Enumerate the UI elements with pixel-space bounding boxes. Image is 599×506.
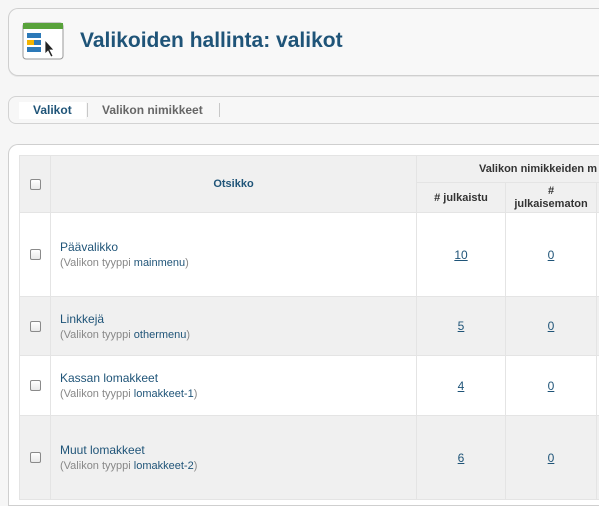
- menu-type-label: (Valikon tyyppi othermenu): [60, 329, 416, 341]
- select-all-cell[interactable]: [20, 156, 51, 213]
- menu-name-link[interactable]: Päävalikko: [60, 240, 416, 254]
- published-count-link[interactable]: 5: [458, 319, 465, 333]
- menu-type-prefix: (Valikon tyyppi: [60, 329, 134, 341]
- menu-type-suffix: ): [194, 388, 198, 400]
- published-count-link[interactable]: 6: [458, 451, 465, 465]
- menus-table-panel: Otsikko Valikon nimikkeiden m # julkaist…: [8, 144, 599, 506]
- column-header-published: # julkaistu: [417, 183, 506, 213]
- menu-type-suffix: ): [185, 257, 189, 269]
- menu-type-suffix: ): [194, 460, 198, 472]
- menu-type-value: lomakkeet-2: [134, 460, 194, 472]
- menu-manager-icon: [21, 22, 65, 62]
- menu-title-cell: Linkkejä (Valikon tyyppi othermenu): [51, 297, 417, 356]
- menu-name-link[interactable]: Linkkejä: [60, 312, 416, 326]
- column-group-menu-items: Valikon nimikkeiden m: [417, 156, 599, 183]
- row-select-cell: [20, 356, 51, 416]
- menu-type-prefix: (Valikon tyyppi: [60, 257, 134, 269]
- row-select-cell: [20, 213, 51, 297]
- published-count-link[interactable]: 4: [458, 379, 465, 393]
- menu-title-cell: Kassan lomakkeet (Valikon tyyppi lomakke…: [51, 356, 417, 416]
- menu-name-link[interactable]: Kassan lomakkeet: [60, 371, 416, 385]
- select-all-checkbox[interactable]: [30, 179, 41, 190]
- row-select-cell: [20, 297, 51, 356]
- tab-bar: Valikot Valikon nimikkeet: [8, 96, 599, 124]
- column-header-unpublished: # julkaisematon: [506, 183, 597, 213]
- tab-valikot[interactable]: Valikot: [19, 102, 86, 119]
- table-row: Kassan lomakkeet (Valikon tyyppi lomakke…: [20, 356, 599, 416]
- page-title: Valikoiden hallinta: valikot: [80, 29, 343, 53]
- menu-type-value: lomakkeet-1: [134, 388, 194, 400]
- column-header-unpublished-label: julkaisematon: [514, 198, 587, 210]
- published-count-link[interactable]: 10: [454, 248, 467, 262]
- published-count-cell: 4: [417, 356, 506, 416]
- tab-divider: [87, 103, 88, 117]
- row-checkbox[interactable]: [30, 249, 41, 260]
- unpublished-count-link[interactable]: 0: [548, 451, 555, 465]
- unpublished-count-link[interactable]: 0: [548, 248, 555, 262]
- table-row: Linkkejä (Valikon tyyppi othermenu) 5 0: [20, 297, 599, 356]
- published-count-cell: 5: [417, 297, 506, 356]
- published-count-cell: 10: [417, 213, 506, 297]
- tab-valikon-nimikkeet[interactable]: Valikon nimikkeet: [102, 103, 203, 117]
- menu-type-label: (Valikon tyyppi lomakkeet-2): [60, 460, 416, 472]
- menu-name-link[interactable]: Muut lomakkeet: [60, 443, 416, 457]
- column-header-unpublished-hash: #: [548, 185, 554, 197]
- menu-type-suffix: ): [186, 329, 190, 341]
- row-checkbox[interactable]: [30, 452, 41, 463]
- unpublished-count-cell: 0: [506, 213, 597, 297]
- menu-type-label: (Valikon tyyppi mainmenu): [60, 257, 416, 269]
- menu-type-prefix: (Valikon tyyppi: [60, 460, 134, 472]
- column-header-title[interactable]: Otsikko: [51, 156, 417, 213]
- title-panel: Valikoiden hallinta: valikot: [8, 8, 599, 76]
- row-checkbox[interactable]: [30, 321, 41, 332]
- table-row: Päävalikko (Valikon tyyppi mainmenu) 10 …: [20, 213, 599, 297]
- row-checkbox[interactable]: [30, 380, 41, 391]
- unpublished-count-link[interactable]: 0: [548, 319, 555, 333]
- menus-table: Otsikko Valikon nimikkeiden m # julkaist…: [19, 155, 599, 500]
- menu-type-value: mainmenu: [134, 257, 185, 269]
- menu-type-prefix: (Valikon tyyppi: [60, 388, 134, 400]
- table-header-row: Otsikko Valikon nimikkeiden m: [20, 156, 599, 183]
- unpublished-count-cell: 0: [506, 356, 597, 416]
- menu-type-label: (Valikon tyyppi lomakkeet-1): [60, 388, 416, 400]
- tab-divider: [219, 103, 220, 117]
- menu-type-value: othermenu: [134, 329, 187, 341]
- menu-title-cell: Päävalikko (Valikon tyyppi mainmenu): [51, 213, 417, 297]
- unpublished-count-cell: 0: [506, 297, 597, 356]
- unpublished-count-link[interactable]: 0: [548, 379, 555, 393]
